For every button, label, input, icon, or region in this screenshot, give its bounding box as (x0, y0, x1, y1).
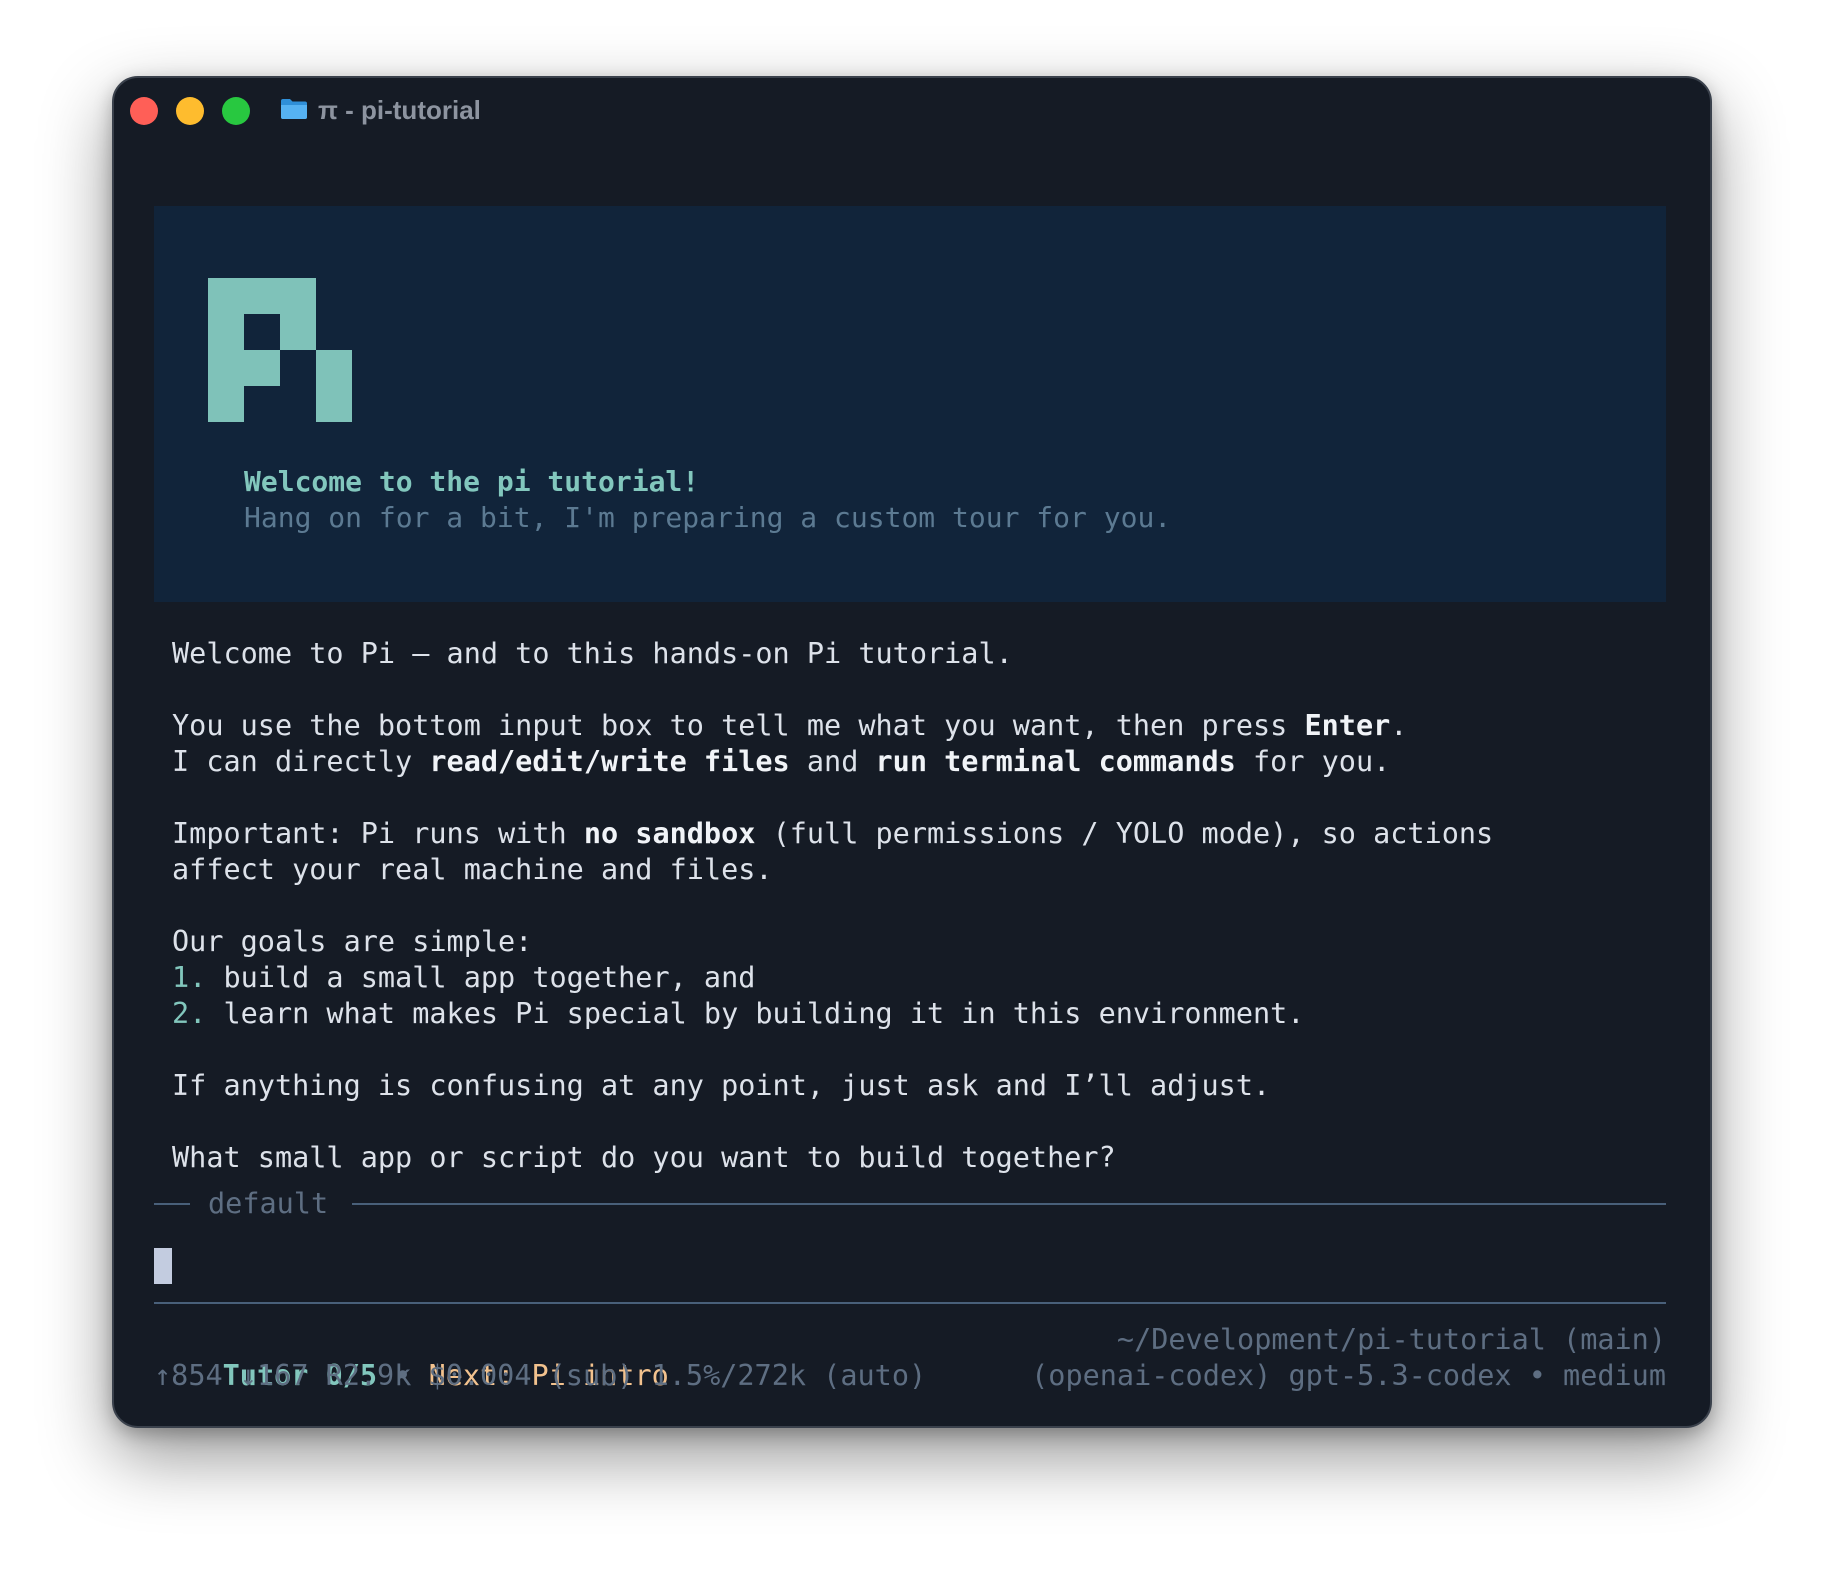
message-line: Welcome to Pi — and to this hands-on Pi … (172, 637, 1013, 670)
list-item: 2. learn what makes Pi special by buildi… (172, 997, 1305, 1030)
status-line-progress: Tutor 0/5 • Next: Pi intro ~/Development… (222, 1323, 1666, 1392)
welcome-banner: Welcome to the pi tutorial! Hang on for … (154, 206, 1666, 602)
zoom-button[interactable] (222, 97, 250, 125)
working-directory: ~/Development/pi-tutorial (main) (1116, 1323, 1666, 1356)
pi-logo-icon (208, 278, 352, 422)
input-cursor[interactable] (154, 1248, 172, 1284)
banner-title: Welcome to the pi tutorial! (244, 465, 700, 498)
token-usage: ↑854 ↓167 R2.9k $0.004 (sub) 1.5%/272k (… (154, 1359, 927, 1392)
folder-icon (281, 99, 307, 119)
message-line: You use the bottom input box to tell me … (172, 709, 1408, 742)
assistant-message: Welcome to Pi — and to this hands-on Pi … (172, 636, 1662, 1176)
terminal-window: π - pi-tutorial Welcome to the pi tutori… (112, 76, 1712, 1428)
message-line: Important: Pi runs with no sandbox (full… (172, 817, 1494, 850)
message-line: If anything is confusing at any point, j… (172, 1069, 1271, 1102)
banner-subtitle: Hang on for a bit, I'm preparing a custo… (244, 501, 1172, 534)
title-bar: π - pi-tutorial (114, 78, 1710, 142)
model-info: (openai-codex) gpt-5.3-codex • medium (1031, 1359, 1666, 1392)
editor-mode-label: default (208, 1187, 329, 1220)
message-line: I can directly read/edit/write files and… (172, 745, 1391, 778)
minimize-button[interactable] (176, 97, 204, 125)
window-title: π - pi-tutorial (318, 95, 481, 125)
close-button[interactable] (130, 97, 158, 125)
message-line: Our goals are simple: (172, 925, 533, 958)
message-line: affect your real machine and files. (172, 853, 773, 886)
status-line-usage: ↑854 ↓167 R2.9k $0.004 (sub) 1.5%/272k (… (154, 1358, 1666, 1394)
editor-header: default (154, 1186, 1666, 1222)
list-item: 1. build a small app together, and (172, 961, 756, 994)
message-line: What small app or script do you want to … (172, 1141, 1116, 1174)
editor-bottom-border (154, 1302, 1666, 1304)
